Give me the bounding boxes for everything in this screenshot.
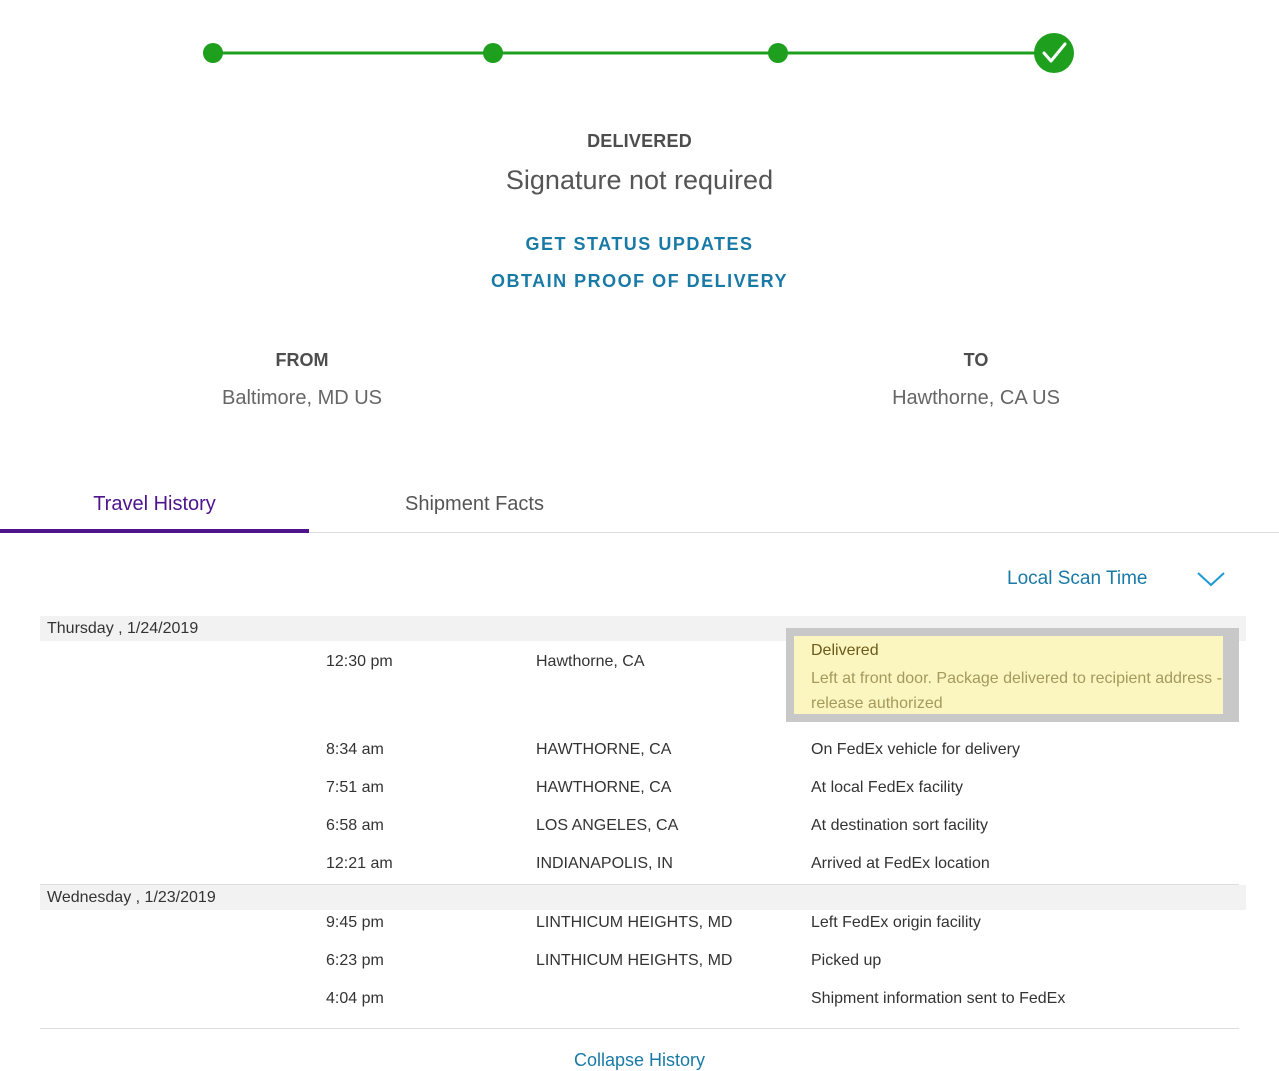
tab-shipment-facts-label: Shipment Facts [405,493,544,515]
signature-status: Signature not required [505,165,774,195]
event-time: 8:34 am [326,741,384,758]
status-label: DELIVERED [587,131,692,151]
table-row: 8:34 am HAWTHORNE, CA On FedEx vehicle f… [40,741,1246,779]
event-location: LINTHICUM HEIGHTS, MD [536,952,733,969]
table-row: 6:23 pm LINTHICUM HEIGHTS, MD Picked up [40,952,1246,990]
table-row: 7:51 am HAWTHORNE, CA At local FedEx fac… [40,779,1246,817]
event-location: HAWTHORNE, CA [536,741,672,758]
event-description: Left FedEx origin facility [811,914,981,931]
table-row: 12:30 pm Hawthorne, CA Delivered Left at… [40,628,1246,741]
scan-time-dropdown[interactable]: Local Scan Time [990,560,1240,596]
event-time: 12:21 am [326,855,393,872]
event-description: Picked up [811,952,882,969]
table-row: 9:45 pm LINTHICUM HEIGHTS, MD Left FedEx… [40,914,1246,952]
table-row: 6:58 am LOS ANGELES, CA At destination s… [40,817,1246,855]
event-description: Arrived at FedEx location [811,855,990,872]
event-description: On FedEx vehicle for delivery [811,741,1020,758]
event-location: Hawthorne, CA [536,653,645,670]
event-description: At destination sort facility [811,817,988,834]
event-description: At local FedEx facility [811,779,964,796]
day-divider [40,884,1239,885]
obtain-proof-of-delivery-link[interactable]: OBTAIN PROOF OF DELIVERY [0,271,1279,292]
from-label: FROM [275,350,329,370]
progress-bar [203,33,1074,73]
progress-step-3 [768,43,788,63]
event-location: LINTHICUM HEIGHTS, MD [536,914,733,931]
progress-step-4 [1034,33,1074,73]
day-header: Wednesday , 1/23/2019 [40,885,1246,910]
event-time: 12:30 pm [326,653,393,670]
tab-travel-history[interactable]: Travel History [0,480,309,533]
from-address: FROM Baltimore, MD US [152,350,452,410]
progress-step-2 [483,43,503,63]
event-location: LOS ANGELES, CA [536,817,679,834]
active-tab-indicator [0,529,309,533]
progress-step-1 [203,43,223,63]
event-time: 6:58 am [326,817,384,834]
event-time: 6:23 pm [326,952,384,969]
table-row: 12:21 am INDIANAPOLIS, IN Arrived at Fed… [40,855,1246,884]
scan-time-selected: Local Scan Time [1007,568,1148,589]
from-value: Baltimore, MD US [221,387,383,409]
event-description: Delivered [811,642,879,659]
tab-bar: Travel History Shipment Facts [0,480,1279,533]
event-time: 4:04 pm [326,990,384,1007]
table-row: 4:04 pm Shipment information sent to Fed… [40,990,1246,1028]
event-description: Shipment information sent to FedEx [811,990,1066,1007]
chevron-down-icon [1197,572,1225,587]
delivery-progress-tracker [0,0,1279,110]
to-label: TO [963,350,989,370]
event-detail: Left at front door. Package delivered to… [811,670,1222,712]
delivered-highlight: Delivered Left at front door. Package de… [786,628,1239,722]
history-bottom-divider [40,1028,1239,1029]
to-address: TO Hawthorne, CA US [826,350,1126,410]
tab-travel-history-label: Travel History [93,493,216,515]
travel-history-table: Thursday , 1/24/2019 12:30 pm Hawthorne,… [40,616,1246,1029]
tab-shipment-facts[interactable]: Shipment Facts [320,480,629,532]
collapse-history-link[interactable]: Collapse History [0,1050,1279,1071]
event-location: INDIANAPOLIS, IN [536,855,673,872]
event-time: 9:45 pm [326,914,384,931]
to-value: Hawthorne, CA US [892,387,1060,409]
get-status-updates-link[interactable]: GET STATUS UPDATES [0,234,1279,255]
event-time: 7:51 am [326,779,384,796]
event-location: HAWTHORNE, CA [536,779,672,796]
